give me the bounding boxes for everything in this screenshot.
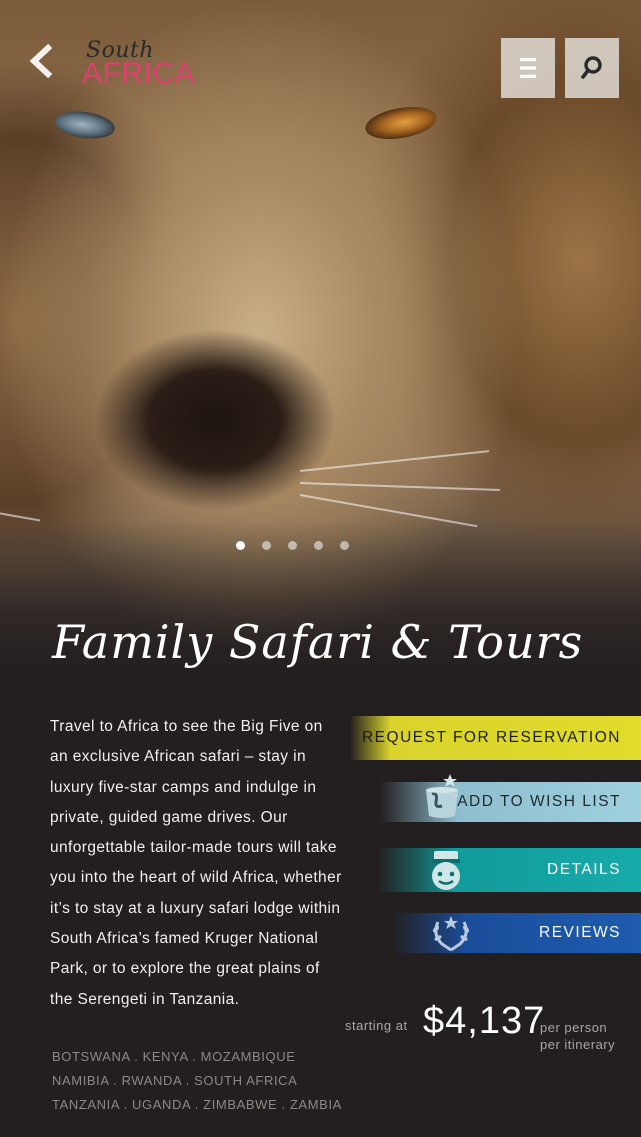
page-title: Family Safari & Tours <box>52 615 584 669</box>
laurel-wreath-icon <box>432 916 470 952</box>
country-line: NAMIBIA . RWANDA . SOUTH AFRICA <box>52 1073 298 1088</box>
country-line: BOTSWANA . KENYA . MOZAMBIQUE <box>52 1049 296 1064</box>
search-button[interactable] <box>565 38 619 98</box>
menu-button[interactable] <box>501 38 555 98</box>
brand-logo-main: AFRICA <box>82 57 196 90</box>
country-line: TANZANIA . UGANDA . ZIMBABWE . ZAMBIA <box>52 1097 342 1112</box>
details-button[interactable]: DETAILS <box>378 848 641 892</box>
request-reservation-label: REQUEST FOR RESERVATION <box>361 729 621 746</box>
carousel-dot-5[interactable] <box>340 541 349 550</box>
add-to-wishlist-label: ADD TO WISH LIST <box>457 793 621 810</box>
description-line: South Africa’s famed Kruger National <box>50 930 319 948</box>
bellhop-icon <box>432 851 460 890</box>
reviews-label: REVIEWS <box>539 924 621 941</box>
hero-lion-image <box>0 0 641 700</box>
per-itinerary-label: per itinerary <box>540 1037 616 1052</box>
whisker <box>299 450 490 472</box>
description-line: luxury five-star camps and indulge in <box>50 778 317 796</box>
description-line: private, guided game drives. Our <box>50 808 288 826</box>
lion-left-eye <box>53 107 117 143</box>
search-icon <box>581 56 602 79</box>
description-line: the Serengeti in Tanzania. <box>50 990 240 1008</box>
details-label: DETAILS <box>547 861 621 878</box>
pricing-block: starting at $4,137 per person per itiner… <box>345 998 641 1058</box>
per-person-label: per person <box>540 1020 608 1035</box>
description-line: Travel to Africa to see the Big Five on <box>50 718 323 735</box>
request-reservation-button[interactable]: REQUEST FOR RESERVATION <box>350 716 641 760</box>
carousel-dot-4[interactable] <box>314 541 323 550</box>
tour-description: Travel to Africa to see the Big Five on … <box>50 712 360 1015</box>
price-value: $4,137 <box>423 1000 546 1042</box>
description-line: you into the heart of wild Africa, wheth… <box>50 869 342 887</box>
carousel-dot-3[interactable] <box>288 541 297 550</box>
description-line: it’s to stay at a luxury safari lodge wi… <box>50 899 341 917</box>
description-line: Park, or to explore the great plains of <box>50 960 320 978</box>
carousel-indicator <box>236 541 349 550</box>
brand-logo[interactable]: South AFRICA <box>82 38 195 91</box>
hamburger-menu-icon <box>520 58 536 78</box>
bucket-star-icon <box>426 774 458 818</box>
description-line: an exclusive African safari – stay in <box>50 748 307 766</box>
lion-right-eye <box>362 101 440 145</box>
starting-at-label: starting at <box>345 1018 408 1033</box>
carousel-dot-1[interactable] <box>236 541 245 550</box>
country-list: BOTSWANA . KENYA . MOZAMBIQUE NAMIBIA . … <box>52 1045 342 1117</box>
carousel-dot-2[interactable] <box>262 541 271 550</box>
whisker <box>0 495 41 522</box>
whisker <box>299 482 500 491</box>
description-line: unforgettable tailor-made tours will tak… <box>50 839 337 857</box>
back-chevron-icon[interactable] <box>26 44 60 78</box>
